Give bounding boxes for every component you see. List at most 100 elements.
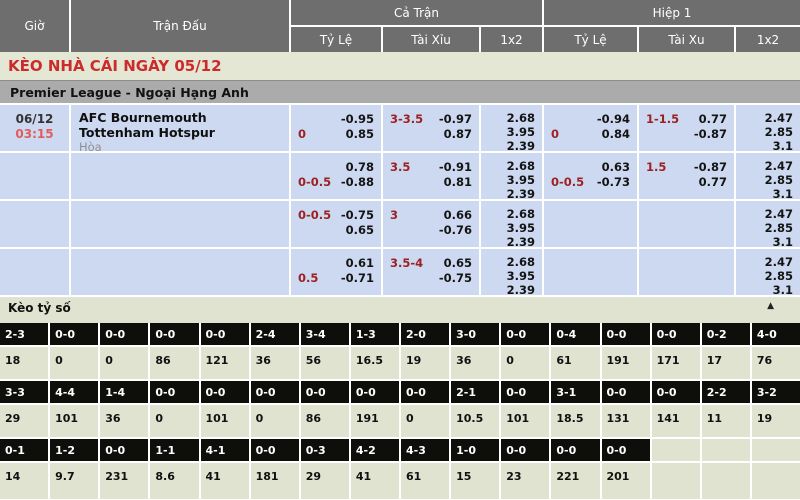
score-odd-cell[interactable]: 86 bbox=[150, 347, 198, 379]
odds-table-header: Giờ Trận Đấu Cả Trận Hiệp 1 Tỷ Lệ Tài Xỉ… bbox=[0, 0, 800, 52]
score-odd-cell[interactable]: 23 bbox=[501, 463, 549, 499]
score-odd-cell[interactable]: 0 bbox=[401, 405, 449, 437]
full-1x2-cell[interactable]: 2.683.952.39 bbox=[481, 105, 542, 151]
score-empty-cell bbox=[752, 463, 800, 499]
score-odd-cell[interactable]: 131 bbox=[602, 405, 650, 437]
full-overunder-cell[interactable]: 30.66 -0.76 bbox=[383, 201, 479, 247]
score-odd-cell[interactable]: 15 bbox=[451, 463, 499, 499]
league-name: Premier League - Ngoại Hạng Anh bbox=[10, 85, 249, 100]
score-odd-cell[interactable]: 191 bbox=[602, 347, 650, 379]
half-overunder-cell[interactable]: 1-1.50.77 -0.87 bbox=[639, 105, 734, 151]
score-odd-cell[interactable]: 36 bbox=[451, 347, 499, 379]
score-odd-cell[interactable]: 61 bbox=[401, 463, 449, 499]
score-odd-cell[interactable]: 171 bbox=[652, 347, 700, 379]
score-empty-cell bbox=[652, 439, 700, 461]
odd-value: -0.75 bbox=[341, 208, 374, 223]
score-odd-cell[interactable]: 121 bbox=[201, 347, 249, 379]
score-odd-cell[interactable]: 101 bbox=[50, 405, 98, 437]
score-odd-cell[interactable]: 36 bbox=[100, 405, 148, 437]
full-1x2-cell[interactable]: 2.683.952.39 bbox=[481, 201, 542, 247]
odd-value: 2.68 bbox=[481, 159, 535, 173]
handicap-line: 0-0.5 bbox=[298, 175, 331, 190]
half-handicap-cell[interactable]: 0.630-0.5-0.73 bbox=[544, 153, 637, 199]
score-odd-cell[interactable]: 101 bbox=[201, 405, 249, 437]
half-handicap-cell[interactable] bbox=[544, 249, 637, 295]
half-1x2-cell[interactable]: 2.472.853.1 bbox=[736, 105, 800, 151]
score-odd-cell[interactable]: 76 bbox=[752, 347, 800, 379]
odd-value: 2.85 bbox=[736, 269, 793, 283]
full-overunder-cell[interactable]: 3.5-40.65 -0.75 bbox=[383, 249, 479, 295]
score-odd-cell[interactable]: 19 bbox=[401, 347, 449, 379]
half-1x2-cell[interactable]: 2.472.853.1 bbox=[736, 153, 800, 199]
score-odd-cell[interactable]: 0 bbox=[50, 347, 98, 379]
score-odd-cell[interactable]: 191 bbox=[351, 405, 399, 437]
full-handicap-cell[interactable]: -0.9500.85 bbox=[291, 105, 381, 151]
score-odd-cell[interactable]: 86 bbox=[301, 405, 349, 437]
score-label-cell: 4-0 bbox=[752, 323, 800, 345]
score-label-cell: 0-0 bbox=[201, 323, 249, 345]
score-label-cell: 1-1 bbox=[150, 439, 198, 461]
score-odd-cell[interactable]: 17 bbox=[702, 347, 750, 379]
score-empty-cell bbox=[702, 439, 750, 461]
match-teams-cell[interactable]: AFC BournemouthTottenham HotspurHòa bbox=[71, 105, 289, 151]
score-odd-cell[interactable]: 41 bbox=[351, 463, 399, 499]
betting-odds-page: Giờ Trận Đấu Cả Trận Hiệp 1 Tỷ Lệ Tài Xỉ… bbox=[0, 0, 800, 500]
score-odd-cell[interactable]: 41 bbox=[201, 463, 249, 499]
score-odd-cell[interactable]: 0 bbox=[251, 405, 299, 437]
half-1x2-cell[interactable]: 2.472.853.1 bbox=[736, 201, 800, 247]
odd-value: 3.95 bbox=[481, 173, 535, 187]
score-odd-cell[interactable]: 181 bbox=[251, 463, 299, 499]
odd-value: 2.68 bbox=[481, 255, 535, 269]
half-handicap-cell[interactable]: -0.9400.84 bbox=[544, 105, 637, 151]
score-section-bar[interactable]: Kèo tỷ số ▲ bbox=[0, 297, 800, 319]
score-odd-cell[interactable]: 0 bbox=[501, 347, 549, 379]
score-odd-cell[interactable]: 16.5 bbox=[351, 347, 399, 379]
match-time-cell bbox=[0, 249, 69, 295]
full-handicap-cell[interactable]: 0-0.5-0.75 0.65 bbox=[291, 201, 381, 247]
score-label-cell: 0-0 bbox=[551, 439, 599, 461]
collapse-arrow-icon[interactable]: ▲ bbox=[767, 301, 774, 311]
score-odd-cell[interactable]: 29 bbox=[0, 405, 48, 437]
score-odd-cell[interactable]: 201 bbox=[602, 463, 650, 499]
match-teams-cell bbox=[71, 153, 289, 199]
odd-value: 3.1 bbox=[736, 283, 793, 295]
half-1x2-cell[interactable]: 2.472.853.1 bbox=[736, 249, 800, 295]
score-odd-cell[interactable]: 56 bbox=[301, 347, 349, 379]
score-empty-cell bbox=[652, 463, 700, 499]
score-label-cell: 0-0 bbox=[201, 381, 249, 403]
score-odd-cell[interactable]: 8.6 bbox=[150, 463, 198, 499]
score-odd-cell[interactable]: 0 bbox=[100, 347, 148, 379]
full-1x2-cell[interactable]: 2.683.952.39 bbox=[481, 153, 542, 199]
score-odd-cell[interactable]: 10.5 bbox=[451, 405, 499, 437]
odd-value: 0.77 bbox=[699, 175, 727, 190]
score-odd-cell[interactable]: 29 bbox=[301, 463, 349, 499]
score-odd-cell[interactable]: 221 bbox=[551, 463, 599, 499]
score-odd-cell[interactable]: 101 bbox=[501, 405, 549, 437]
score-odd-cell[interactable]: 36 bbox=[251, 347, 299, 379]
odd-value: 3.1 bbox=[736, 139, 793, 151]
score-odd-cell[interactable]: 141 bbox=[652, 405, 700, 437]
score-odd-cell[interactable]: 0 bbox=[150, 405, 198, 437]
score-odd-cell[interactable]: 18.5 bbox=[551, 405, 599, 437]
odd-value: 2.47 bbox=[736, 111, 793, 125]
half-overunder-cell[interactable] bbox=[639, 201, 734, 247]
full-handicap-cell[interactable]: 0.780-0.5-0.88 bbox=[291, 153, 381, 199]
score-odd-cell[interactable]: 11 bbox=[702, 405, 750, 437]
handicap-line bbox=[551, 271, 555, 286]
full-overunder-cell[interactable]: 3.5-0.91 0.81 bbox=[383, 153, 479, 199]
score-section-title: Kèo tỷ số bbox=[8, 301, 71, 315]
half-handicap-cell[interactable] bbox=[544, 201, 637, 247]
full-handicap-cell[interactable]: 0.610.5-0.71 bbox=[291, 249, 381, 295]
full-overunder-cell[interactable]: 3-3.5-0.97 0.87 bbox=[383, 105, 479, 151]
full-1x2-cell[interactable]: 2.683.952.39 bbox=[481, 249, 542, 295]
score-odd-cell[interactable]: 18 bbox=[0, 347, 48, 379]
score-odd-cell[interactable]: 14 bbox=[0, 463, 48, 499]
score-odd-cell[interactable]: 231 bbox=[100, 463, 148, 499]
score-label-cell: 0-0 bbox=[602, 381, 650, 403]
score-odd-cell[interactable]: 9.7 bbox=[50, 463, 98, 499]
score-odd-cell[interactable]: 61 bbox=[551, 347, 599, 379]
half-overunder-cell[interactable] bbox=[639, 249, 734, 295]
score-label-cell: 3-3 bbox=[0, 381, 48, 403]
score-odd-cell[interactable]: 19 bbox=[752, 405, 800, 437]
half-overunder-cell[interactable]: 1.5-0.87 0.77 bbox=[639, 153, 734, 199]
